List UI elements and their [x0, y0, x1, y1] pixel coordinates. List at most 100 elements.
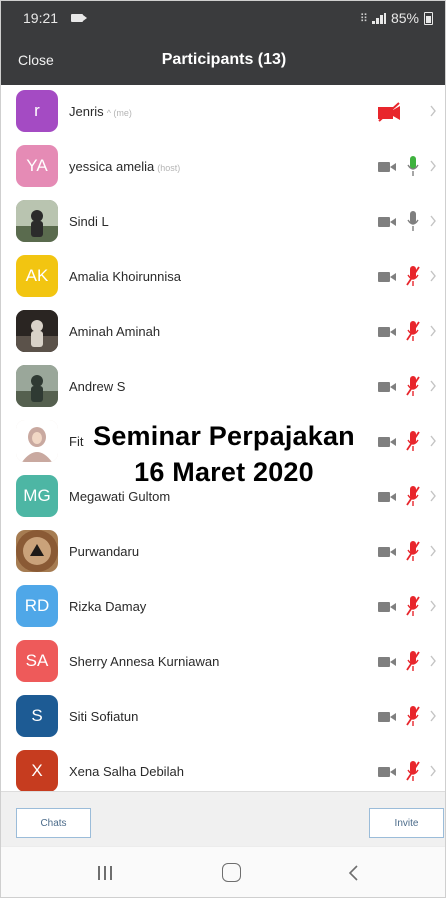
avatar-initials: AK	[25, 266, 49, 285]
chevron-right-icon[interactable]	[429, 267, 437, 285]
video-camera-icon[interactable]	[378, 327, 396, 337]
avatar-photo-icon	[16, 365, 58, 407]
participant-row[interactable]: Sindi L	[1, 195, 445, 249]
participant-row[interactable]: Aminah Aminah	[1, 305, 445, 359]
microphone-muted-icon[interactable]	[405, 650, 421, 674]
participant-name: yessica amelia (host)	[69, 159, 180, 174]
microphone-muted-icon[interactable]	[405, 760, 421, 784]
video-camera-icon[interactable]	[378, 162, 396, 172]
chevron-right-icon[interactable]	[429, 707, 437, 725]
page-title: Participants (13)	[161, 51, 287, 68]
camera-body	[378, 217, 390, 227]
video-camera-icon[interactable]	[378, 602, 396, 612]
battery-percent: 85%	[390, 10, 419, 26]
avatar: AK	[16, 255, 58, 297]
video-camera-icon[interactable]	[378, 547, 396, 557]
video-camera-icon[interactable]	[378, 767, 396, 777]
chevron-right-icon[interactable]	[429, 377, 437, 395]
back-icon[interactable]	[345, 863, 361, 883]
microphone-muted-icon[interactable]	[405, 595, 421, 619]
camera-lens	[390, 768, 396, 776]
video-camera-icon[interactable]	[378, 217, 396, 227]
sim-icon: ⠿	[359, 12, 368, 25]
camera-body	[378, 712, 390, 722]
participant-row[interactable]: Purwandaru	[1, 525, 445, 579]
participant-row[interactable]: AK Amalia Khoirunnisa	[1, 250, 445, 304]
chats-button[interactable]: Chats	[16, 808, 91, 838]
screen-record-icon	[71, 14, 87, 22]
status-indicators: ⠿ 85%	[360, 10, 433, 26]
participant-row[interactable]: YA yessica amelia (host)	[1, 140, 445, 194]
participant-row[interactable]: S Siti Sofiatun	[1, 690, 445, 744]
camera-lens	[390, 603, 396, 611]
microphone-muted-icon[interactable]	[405, 485, 421, 509]
participant-name-text: Amalia Khoirunnisa	[69, 269, 182, 284]
participant-row[interactable]: r Jenris ^ (me)	[1, 85, 445, 139]
chevron-right-icon[interactable]	[429, 102, 437, 120]
chevron-right-icon[interactable]	[429, 597, 437, 615]
status-bar: 19:21 ⠿ 85%	[1, 1, 445, 35]
avatar	[16, 200, 58, 242]
participant-name-text: Siti Sofiatun	[69, 709, 139, 724]
video-camera-icon[interactable]	[378, 712, 396, 722]
avatar	[16, 310, 58, 352]
video-off-icon[interactable]	[377, 101, 401, 123]
camera-body	[378, 767, 390, 777]
participant-row[interactable]: Andrew S	[1, 360, 445, 414]
avatar-initials: r	[34, 101, 40, 120]
participant-row[interactable]: RD Rizka Damay	[1, 580, 445, 634]
avatar: RD	[16, 585, 58, 627]
invite-button[interactable]: Invite	[369, 808, 444, 838]
microphone-muted-icon[interactable]	[405, 375, 421, 399]
avatar-initials: X	[31, 761, 43, 780]
microphone-muted-icon[interactable]	[405, 265, 421, 289]
participants-header: Close Participants (13)	[1, 35, 445, 85]
avatar-photo-icon	[16, 530, 58, 572]
participant-name: Megawati Gultom	[69, 489, 170, 504]
video-camera-icon[interactable]	[378, 382, 396, 392]
camera-lens	[390, 218, 396, 226]
avatar-initials: SA	[25, 651, 49, 670]
camera-body	[378, 382, 390, 392]
chevron-right-icon[interactable]	[429, 652, 437, 670]
avatar: SA	[16, 640, 58, 682]
avatar-initials: S	[31, 706, 43, 725]
microphone-muted-icon[interactable]	[405, 705, 421, 729]
avatar: r	[16, 90, 58, 132]
microphone-active-icon[interactable]	[405, 155, 421, 179]
participant-row[interactable]: SA Sherry Annesa Kurniawan	[1, 635, 445, 689]
participant-name: Sindi L	[69, 214, 109, 229]
avatar-photo-icon	[16, 310, 58, 352]
chevron-right-icon[interactable]	[429, 762, 437, 780]
chevron-right-icon[interactable]	[429, 212, 437, 230]
chevron-right-icon[interactable]	[429, 487, 437, 505]
camera-lens	[390, 548, 396, 556]
participant-name-text: Megawati Gultom	[69, 489, 171, 504]
camera-lens	[390, 383, 396, 391]
participant-role-tag: (host)	[157, 163, 181, 173]
participant-name: Sherry Annesa Kurniawan	[69, 654, 219, 669]
recent-apps-icon[interactable]	[97, 866, 113, 880]
camera-lens	[390, 658, 396, 666]
chevron-right-icon[interactable]	[429, 542, 437, 560]
video-camera-icon[interactable]	[378, 492, 396, 502]
video-camera-icon[interactable]	[378, 272, 396, 282]
signal-icon	[371, 12, 386, 24]
participant-row[interactable]: X Xena Salha Debilah	[1, 745, 445, 791]
participant-name-text: Andrew S	[69, 379, 126, 394]
chevron-right-icon[interactable]	[429, 157, 437, 175]
video-camera-icon[interactable]	[378, 657, 396, 667]
participant-name: Jenris ^ (me)	[69, 104, 132, 119]
chevron-right-icon[interactable]	[429, 322, 437, 340]
participant-name-text: Sherry Annesa Kurniawan	[69, 654, 220, 669]
avatar	[16, 365, 58, 407]
microphone-icon[interactable]	[405, 210, 421, 234]
camera-body	[378, 327, 390, 337]
avatar: S	[16, 695, 58, 737]
camera-lens	[390, 163, 396, 171]
home-icon[interactable]	[222, 863, 241, 882]
camera-lens	[390, 273, 396, 281]
microphone-muted-icon[interactable]	[405, 320, 421, 344]
microphone-muted-icon[interactable]	[405, 540, 421, 564]
participant-name-text: Purwandaru	[69, 544, 140, 559]
